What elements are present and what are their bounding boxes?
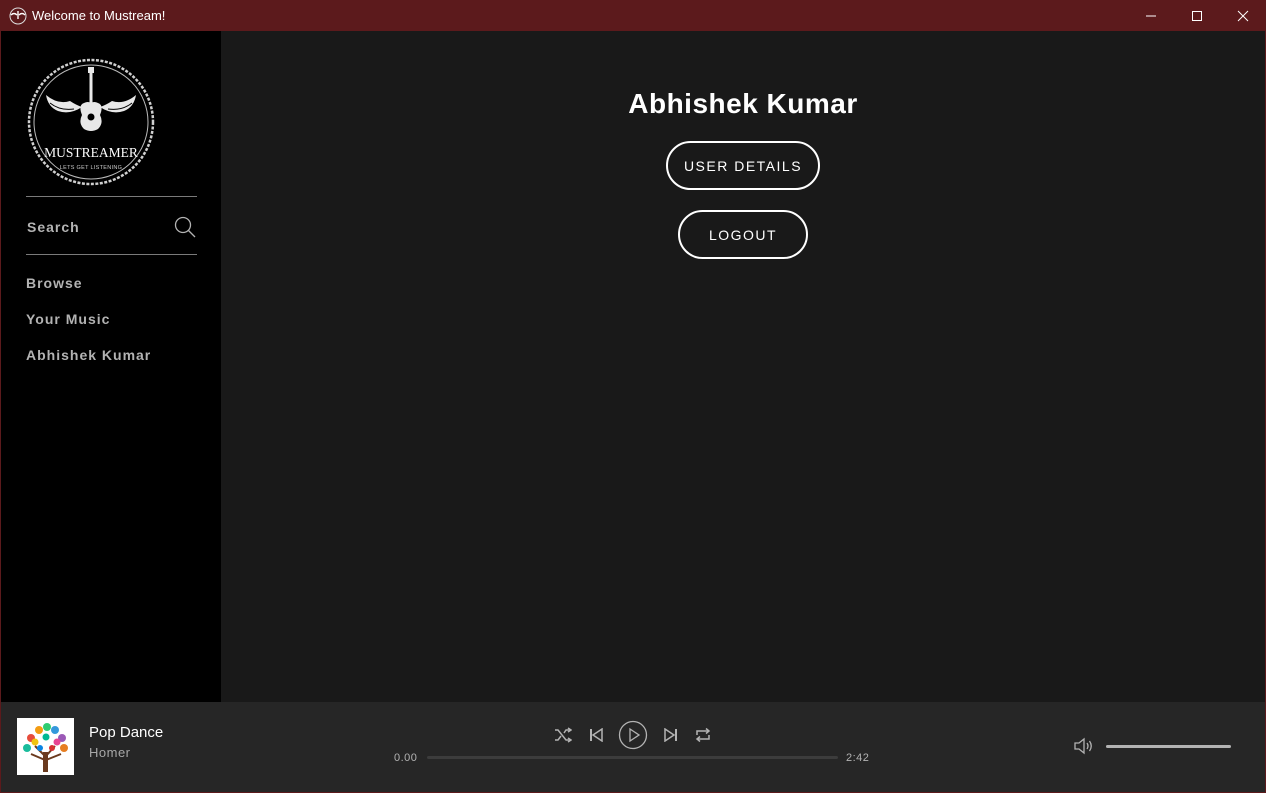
volume-button[interactable]	[1073, 735, 1095, 757]
progress-bar[interactable]	[427, 756, 838, 759]
repeat-button[interactable]	[693, 725, 713, 745]
volume-icon	[1074, 737, 1092, 755]
logo-brand-text: MUSTREAMER	[44, 145, 138, 160]
previous-icon	[590, 728, 603, 742]
repeat-icon	[695, 727, 711, 743]
maximize-button[interactable]	[1174, 0, 1220, 31]
mustreamer-logo[interactable]: MUSTREAMER LETS GET LISTENING	[26, 57, 156, 187]
previous-button[interactable]	[586, 725, 606, 745]
nav-profile[interactable]: Abhishek Kumar	[26, 347, 151, 363]
close-button[interactable]	[1220, 0, 1266, 31]
maximize-icon	[1192, 10, 1202, 21]
duration-time: 2:42	[846, 752, 870, 764]
next-icon	[664, 728, 677, 742]
shuffle-button[interactable]	[553, 725, 573, 745]
page-title: Abhishek Kumar	[628, 88, 858, 119]
title-bar: Welcome to Mustream!	[0, 0, 1266, 31]
play-button[interactable]	[617, 719, 649, 751]
nav-your-music[interactable]: Your Music	[26, 311, 110, 327]
window-title: Welcome to Mustream!	[32, 8, 166, 23]
next-button[interactable]	[661, 725, 681, 745]
search-icon[interactable]	[173, 215, 197, 239]
minimize-button[interactable]	[1128, 0, 1174, 31]
search-bar[interactable]	[26, 209, 197, 245]
user-details-button[interactable]: USER DETAILS	[666, 141, 820, 190]
window-controls	[1128, 0, 1266, 31]
album-art[interactable]	[17, 718, 74, 775]
play-icon	[618, 720, 648, 750]
app-logo-icon	[9, 7, 27, 24]
shuffle-icon	[555, 727, 572, 743]
volume-slider[interactable]	[1106, 745, 1231, 748]
search-input[interactable]	[27, 219, 157, 235]
minimize-icon	[1146, 15, 1156, 16]
search-bottom-divider	[26, 254, 197, 255]
track-artist[interactable]: Homer	[89, 745, 131, 760]
logout-button[interactable]: LOGOUT	[678, 210, 808, 259]
track-title[interactable]: Pop Dance	[89, 724, 163, 741]
close-icon	[1237, 10, 1249, 21]
logo-tagline-text: LETS GET LISTENING	[60, 165, 122, 171]
volume-fill	[1106, 745, 1231, 748]
nav-browse[interactable]: Browse	[26, 275, 83, 291]
current-time: 0.00	[394, 752, 418, 764]
search-top-divider	[26, 196, 197, 197]
main-content: Abhishek Kumar USER DETAILS LOGOUT	[221, 31, 1265, 702]
player-bar: Pop Dance Homer 0.00 2:42	[1, 702, 1265, 792]
sidebar: MUSTREAMER LETS GET LISTENING Browse You…	[1, 31, 221, 702]
